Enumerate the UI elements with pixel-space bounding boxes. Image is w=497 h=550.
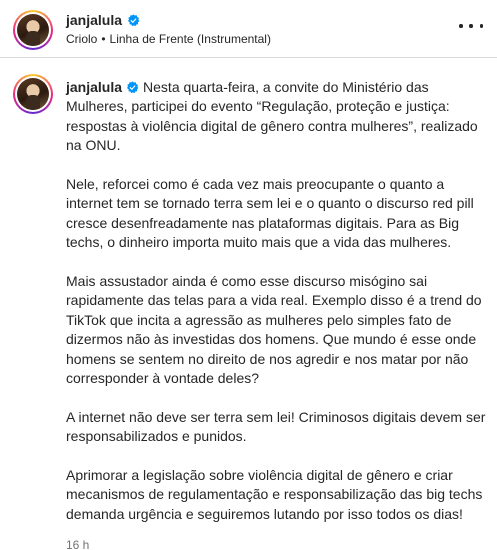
caption-paragraph: Mais assustador ainda é como esse discur… [66, 273, 482, 387]
profile-photo [17, 78, 49, 110]
caption-avatar[interactable] [13, 74, 53, 114]
verified-badge-icon [127, 81, 139, 94]
caption-paragraph: A internet não deve ser terra sem lei! C… [66, 408, 486, 445]
post-caption: janjalula Nesta quarta-feira, a convite … [0, 58, 497, 550]
post-timestamp[interactable]: 16 h [66, 538, 89, 550]
avatar[interactable] [13, 10, 53, 50]
post-header: janjalula Criolo • Linha de Frente (Instru… [0, 0, 497, 58]
username-link[interactable]: janjalula [66, 12, 122, 28]
caption-paragraph: Aprimorar a legislação sobre violência d… [66, 467, 483, 522]
caption-paragraph: Nele, reforcei como é cada vez mais preo… [66, 176, 474, 251]
profile-photo [17, 14, 49, 46]
more-options-icon[interactable] [459, 18, 483, 34]
username-row: janjalula [66, 12, 140, 28]
caption-username-link[interactable]: janjalula [66, 79, 122, 95]
audio-separator: • [101, 32, 106, 46]
audio-track: Linha de Frente (Instrumental) [109, 32, 271, 46]
audio-artist: Criolo [66, 32, 98, 46]
caption-paragraph: janjalula Nesta quarta-feira, a convite … [66, 78, 486, 156]
caption-text: janjalula Nesta quarta-feira, a convite … [66, 78, 486, 544]
verified-badge-icon [128, 13, 140, 26]
audio-attribution[interactable]: Criolo • Linha de Frente (Instrumental) [66, 32, 271, 46]
